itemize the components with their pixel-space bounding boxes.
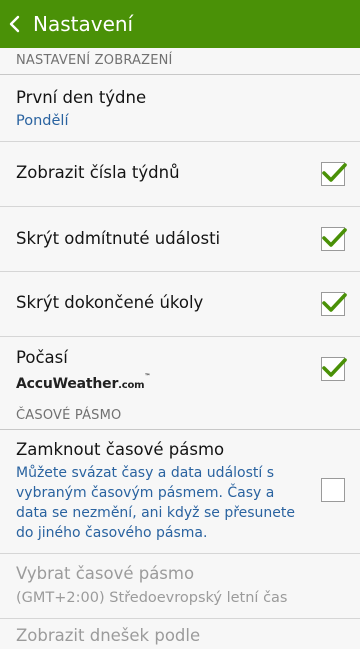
section-label: NASTAVENÍ ZOBRAZENÍ: [16, 53, 173, 68]
check-icon: [322, 163, 347, 182]
action-bar: Nastavení: [0, 0, 360, 48]
weather-checkbox[interactable]: [321, 357, 347, 381]
section-header-display: NASTAVENÍ ZOBRAZENÍ: [0, 48, 360, 75]
chevron-left-icon: [9, 15, 20, 33]
setting-show-today-by[interactable]: Zobrazit dnešek podle: [0, 619, 360, 649]
check-icon: [322, 293, 347, 312]
hide-declined-checkbox[interactable]: [321, 227, 347, 251]
accuweather-logo: AccuWeather.com™: [16, 373, 150, 392]
check-icon: [322, 228, 347, 247]
week-numbers-checkbox[interactable]: [321, 162, 347, 186]
page-title: Nastavení: [33, 12, 134, 36]
setting-title: Skrýt odmítnuté události: [16, 229, 221, 248]
setting-lock-timezone[interactable]: Zamknout časové pásmo Můžete svázat časy…: [0, 430, 360, 554]
section-label: ČASOVÉ PÁSMO: [16, 408, 122, 423]
setting-title: Zamknout časové pásmo: [16, 440, 225, 459]
lock-timezone-checkbox[interactable]: [321, 478, 345, 502]
setting-select-timezone: Vybrat časové pásmo (GMT+2:00) Středoevr…: [0, 554, 360, 619]
logo-main: AccuWeather: [16, 376, 119, 392]
setting-hide-completed-tasks[interactable]: Skrýt dokončené úkoly: [0, 272, 360, 337]
setting-title: Vybrat časové pásmo: [16, 564, 195, 583]
setting-description: Můžete svázat časy a data událostí s vyb…: [16, 465, 296, 541]
setting-show-week-numbers[interactable]: Zobrazit čísla týdnů: [0, 142, 360, 207]
setting-value: (GMT+2:00) Středoevropský letní čas: [16, 590, 288, 606]
section-header-timezone: ČASOVÉ PÁSMO: [0, 403, 360, 430]
back-button[interactable]: [0, 0, 30, 48]
setting-title: Skrýt dokončené úkoly: [16, 293, 204, 312]
check-icon: [322, 358, 347, 377]
setting-title: První den týdne: [16, 88, 147, 107]
setting-title: Zobrazit dnešek podle: [16, 626, 201, 645]
setting-title: Počasí: [16, 348, 68, 367]
logo-tm: ™: [144, 373, 151, 380]
hide-completed-checkbox[interactable]: [321, 292, 347, 316]
setting-weather[interactable]: Počasí AccuWeather.com™: [0, 337, 360, 403]
setting-title: Zobrazit čísla týdnů: [16, 163, 180, 182]
setting-first-day-of-week[interactable]: První den týdne Pondělí: [0, 75, 360, 142]
setting-value: Pondělí: [16, 113, 69, 129]
setting-hide-declined-events[interactable]: Skrýt odmítnuté události: [0, 207, 360, 272]
logo-suffix: .com: [118, 380, 145, 391]
